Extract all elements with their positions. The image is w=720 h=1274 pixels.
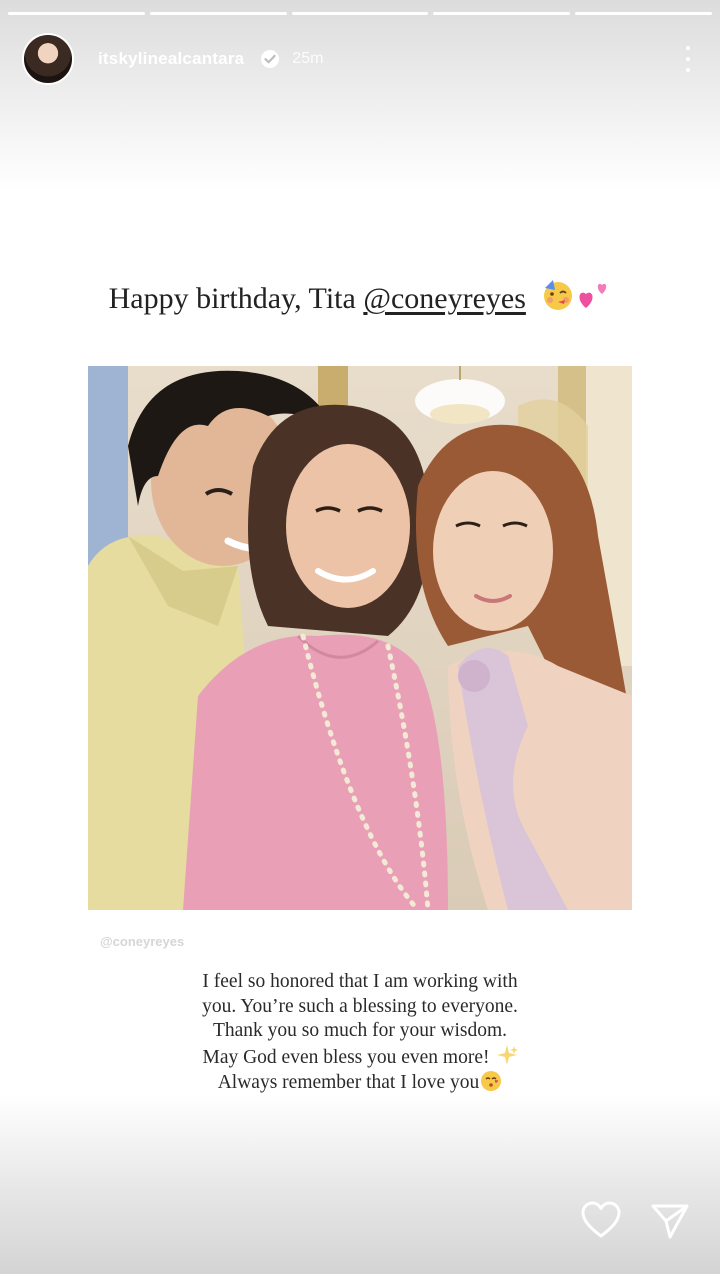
progress-segment xyxy=(149,12,287,15)
caption-line-with-emoji: Always remember that I love you xyxy=(0,1070,720,1096)
story-viewer[interactable]: itskylinealcantara 25m Happy birthday, T… xyxy=(0,0,720,1274)
verified-badge-icon xyxy=(261,50,280,68)
partying-face-emoji-icon xyxy=(544,280,573,310)
top-gradient xyxy=(0,0,720,190)
story-progress xyxy=(8,12,712,15)
story-header: itskylinealcantara 25m xyxy=(22,30,698,88)
username[interactable]: itskylinealcantara xyxy=(98,49,244,69)
more-options-icon[interactable] xyxy=(678,44,698,74)
mention-link[interactable]: @coneyreyes xyxy=(363,282,526,315)
caption-line: Always remember that I love you xyxy=(217,1072,480,1093)
send-icon[interactable] xyxy=(650,1201,690,1241)
story-caption: I feel so honored that I am working with… xyxy=(0,970,720,1096)
progress-segment xyxy=(575,12,712,15)
story-photo xyxy=(88,366,632,910)
sparkles-emoji-icon xyxy=(496,1044,518,1065)
avatar[interactable] xyxy=(22,33,74,85)
photo-credit: @coneyreyes xyxy=(100,934,185,949)
caption-line: Thank you so much for your wisdom. xyxy=(212,1020,508,1041)
heart-icon[interactable] xyxy=(580,1200,622,1240)
progress-segment xyxy=(433,12,571,15)
two-hearts-emoji-icon xyxy=(579,283,607,308)
portrait-illustration xyxy=(88,366,632,910)
story-headline: Happy birthday, Tita @coneyreyes xyxy=(0,278,720,316)
headline-text: Happy birthday, Tita xyxy=(108,282,364,315)
caption-line: you. You’re such a blessing to everyone. xyxy=(202,995,518,1017)
bottom-gradient xyxy=(0,1094,720,1274)
caption-line: I feel so honored that I am working with xyxy=(202,971,518,992)
kissing-face-emoji-icon xyxy=(481,1071,502,1091)
caption-line: May God even bless you even more! xyxy=(202,1046,490,1068)
timestamp: 25m xyxy=(292,50,324,67)
caption-line-with-emoji: May God even bless you even more! xyxy=(0,1044,720,1071)
progress-segment xyxy=(8,12,145,15)
progress-segment xyxy=(291,12,429,15)
